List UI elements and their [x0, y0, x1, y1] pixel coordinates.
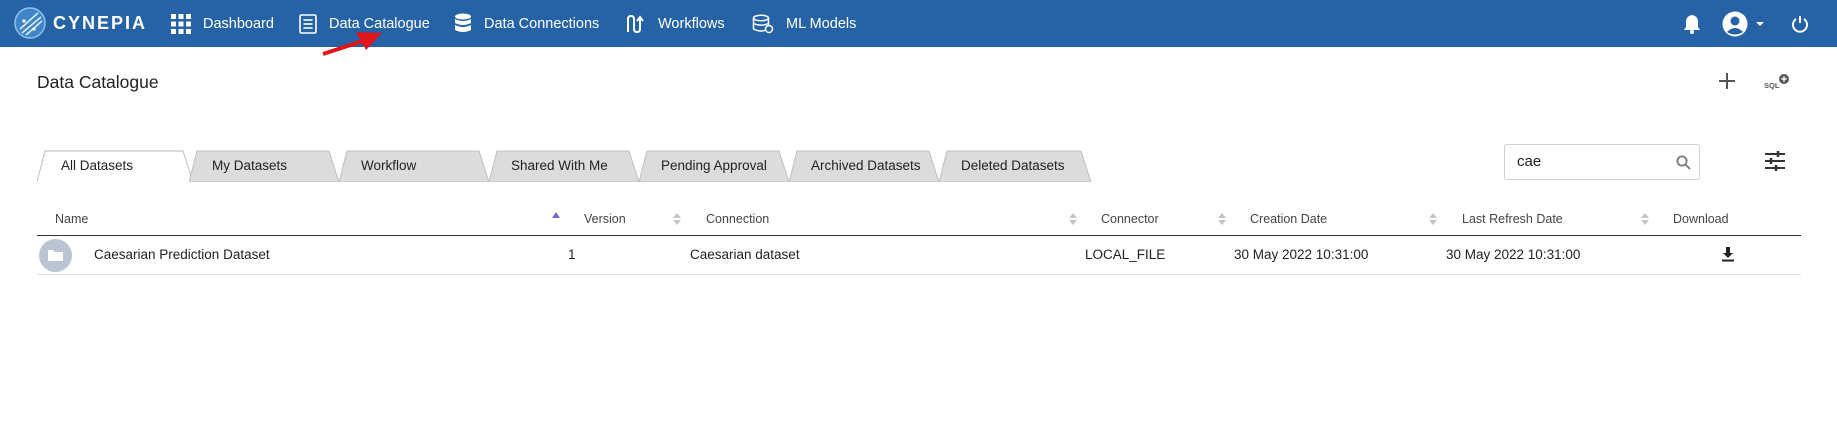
- search-icon[interactable]: [1676, 155, 1691, 170]
- column-header-name[interactable]: Name: [55, 203, 88, 235]
- tab-my-datasets-label: My Datasets: [212, 158, 288, 173]
- table-row[interactable]: Caesarian Prediction Dataset 1 Caesarian…: [37, 236, 1801, 275]
- column-header-version[interactable]: Version: [584, 203, 626, 235]
- dataset-avatar: [39, 239, 72, 272]
- sort-asc-icon[interactable]: [552, 211, 560, 227]
- bell-icon: [1684, 14, 1700, 34]
- dataset-tabs: All Datasets My Datasets Workflow Shared…: [37, 150, 1097, 182]
- workflow-icon: [627, 14, 644, 33]
- tab-deleted-datasets-label: Deleted Datasets: [961, 158, 1065, 173]
- nav-workflows-label: Workflows: [658, 15, 725, 32]
- page-title: Data Catalogue: [37, 72, 159, 92]
- download-icon[interactable]: [1721, 247, 1735, 262]
- tab-pending-approval-label: Pending Approval: [661, 158, 767, 173]
- database-icon: [455, 13, 471, 32]
- sort-icon[interactable]: [673, 211, 681, 227]
- column-header-connection[interactable]: Connection: [706, 203, 769, 235]
- dataset-creation-date: 30 May 2022 10:31:00: [1234, 247, 1369, 262]
- nav-workflows[interactable]: Workflows: [626, 0, 725, 47]
- nav-ml-models[interactable]: ML Models: [752, 0, 856, 47]
- add-dataset-button[interactable]: [1716, 70, 1738, 92]
- tab-my-datasets[interactable]: My Datasets: [189, 150, 341, 182]
- tab-deleted-datasets[interactable]: Deleted Datasets: [939, 150, 1097, 182]
- annotation-arrow-icon: [322, 32, 382, 56]
- brand-name: CYNEPIA: [53, 12, 148, 33]
- sort-icon[interactable]: [1641, 211, 1649, 227]
- nav-dashboard[interactable]: Dashboard: [171, 0, 274, 47]
- column-header-creation-date[interactable]: Creation Date: [1250, 203, 1327, 235]
- sql-query-button[interactable]: SQL: [1762, 72, 1790, 92]
- tab-all-datasets[interactable]: All Datasets: [37, 150, 197, 182]
- tab-all-datasets-label: All Datasets: [61, 158, 134, 173]
- dataset-connector: LOCAL_FILE: [1085, 247, 1166, 262]
- tab-archived-datasets-label: Archived Datasets: [811, 158, 921, 173]
- nav-ml-models-label: ML Models: [786, 15, 857, 32]
- sort-icon[interactable]: [1218, 211, 1226, 227]
- dataset-last-refresh-date: 30 May 2022 10:31:00: [1446, 247, 1581, 262]
- nav-dashboard-label: Dashboard: [203, 15, 274, 32]
- column-header-download: Download: [1673, 212, 1729, 226]
- grid-icon: [171, 13, 191, 34]
- dataset-name[interactable]: Caesarian Prediction Dataset: [94, 236, 270, 274]
- nav-data-connections-label: Data Connections: [484, 15, 600, 32]
- notifications-button[interactable]: [1683, 0, 1701, 47]
- brand[interactable]: CYNEPIA: [14, 6, 147, 40]
- catalogue-icon: [299, 13, 317, 34]
- plus-icon: [1719, 73, 1735, 89]
- sliders-icon: [1765, 151, 1785, 171]
- top-navbar: CYNEPIA Dashboard Data Catalogue Data Co…: [0, 0, 1837, 47]
- column-header-last-refresh-date[interactable]: Last Refresh Date: [1462, 203, 1563, 235]
- tab-pending-approval[interactable]: Pending Approval: [639, 150, 791, 182]
- tab-shared-with-me[interactable]: Shared With Me: [489, 150, 641, 182]
- power-icon: [1792, 15, 1808, 33]
- ml-models-icon: [752, 13, 774, 33]
- search-box: [1504, 144, 1700, 180]
- tab-workflow-label: Workflow: [361, 158, 417, 173]
- tab-archived-datasets[interactable]: Archived Datasets: [789, 150, 941, 182]
- sql-badge-text: SQL: [1764, 81, 1780, 90]
- table-header: Name Version Connection Connector Creati…: [37, 203, 1801, 236]
- folder-icon: [48, 250, 63, 261]
- cynepia-logo-icon: [14, 7, 46, 39]
- logout-button[interactable]: [1791, 0, 1809, 47]
- filter-settings-button[interactable]: [1764, 150, 1786, 172]
- tab-workflow[interactable]: Workflow: [339, 150, 491, 182]
- sort-icon[interactable]: [1429, 211, 1437, 227]
- user-menu-button[interactable]: [1722, 0, 1766, 47]
- search-input[interactable]: [1517, 153, 1667, 170]
- dataset-connection: Caesarian dataset: [690, 247, 800, 262]
- user-avatar-icon: [1722, 11, 1748, 36]
- dataset-version: 1: [568, 247, 576, 262]
- sort-icon[interactable]: [1069, 211, 1077, 227]
- nav-data-connections[interactable]: Data Connections: [454, 0, 599, 47]
- caret-down-icon: [1756, 21, 1764, 26]
- tab-shared-with-me-label: Shared With Me: [511, 158, 608, 173]
- column-header-connector[interactable]: Connector: [1101, 203, 1159, 235]
